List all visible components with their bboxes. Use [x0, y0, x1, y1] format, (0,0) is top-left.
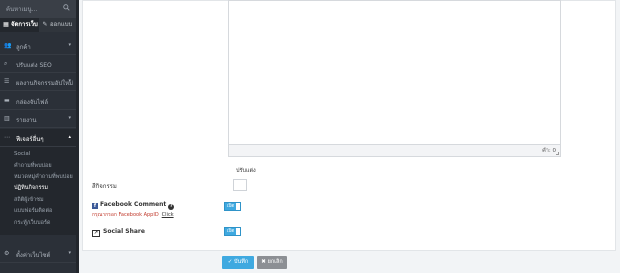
sidebar-item-label: ผลงานกิจกรรมอัปใหม่: [16, 80, 74, 87]
sidebar-submenu: Social คำถามที่พบบ่อย หมวดหมู่คำถามที่พบ…: [0, 147, 76, 235]
chevron-down-icon: ▾: [68, 115, 71, 121]
gear-icon: ⚙: [4, 250, 10, 257]
submenu-item-social[interactable]: Social: [14, 151, 30, 157]
facebook-appid-note: กรุณากรอก Facebook AppID Click: [92, 211, 174, 219]
submenu-item-webboard[interactable]: กระทู้/เว็บบอร์ด: [14, 219, 51, 227]
submenu-item-calendar[interactable]: ปฏิทินกิจกรรม: [14, 184, 48, 192]
color-picker-box[interactable]: [233, 179, 247, 191]
social-share-row: ↗ Social Share: [92, 228, 145, 237]
tab-manage-site[interactable]: ▦ จัดการเว็บ: [0, 18, 39, 32]
submenu-item-faq[interactable]: คำถามที่พบบ่อย: [14, 162, 52, 170]
toggle-knob: [236, 228, 240, 235]
toggle-knob: [236, 203, 240, 210]
facebook-note-text: กรุณากรอก Facebook AppID: [92, 212, 159, 218]
search-icon: ⌕: [4, 60, 8, 67]
facebook-appid-link[interactable]: Click: [162, 212, 174, 218]
resize-handle-icon[interactable]: [556, 152, 559, 155]
sidebar-item-label: ปรับแต่ง SEO: [16, 62, 52, 69]
submenu-item-stats[interactable]: สถิติผู้เข้าชม: [14, 196, 44, 204]
tab-label: ออกแบบ: [50, 21, 73, 28]
facebook-comment-toggle[interactable]: เปิด: [224, 202, 241, 211]
toggle-label: เปิด: [227, 229, 235, 234]
tab-label: จัดการเว็บ: [11, 21, 38, 28]
chevron-down-icon: ▾: [68, 250, 71, 256]
chevron-down-icon: ▾: [68, 42, 71, 48]
sidebar-item-seo[interactable]: ⌕ ปรับแต่ง SEO: [0, 55, 76, 73]
cancel-button[interactable]: ✖ ยกเลิก: [257, 256, 287, 269]
grid-icon: ▦: [3, 21, 9, 28]
save-button[interactable]: ✓ บันทึก: [222, 256, 254, 269]
search-icon[interactable]: [63, 4, 70, 11]
word-count: คำ: 0: [542, 148, 556, 154]
sidebar-item-label: กล่องจับไฟล์: [16, 99, 49, 106]
dots-icon: ⋯: [4, 134, 10, 141]
sidebar-item-label: ลูกค้า: [16, 44, 31, 51]
users-icon: 👥: [4, 42, 12, 49]
activity-color-label: สีกิจกรรม: [92, 183, 117, 190]
submenu-item-contact-form[interactable]: แบบฟอร์มติดต่อ: [14, 207, 52, 215]
sidebar-item-features[interactable]: ⋯ ฟีเจอร์อื่นๆ ▴: [0, 129, 76, 147]
search-input[interactable]: ค้นหาเมนู...: [6, 4, 37, 14]
sidebar-tabs: ▦ จัดการเว็บ ✎ ออกแบบ: [0, 18, 76, 32]
show-label: ปรับแต่ง: [236, 168, 256, 174]
facebook-comment-label: Facebook Comment: [100, 201, 167, 208]
sidebar-item-reports[interactable]: ▥ รายงาน ▾: [0, 110, 76, 128]
chart-icon: ▥: [4, 115, 10, 122]
chevron-down-icon: ▾: [68, 78, 71, 84]
submenu-item-faq-category[interactable]: หมวดหมู่คำถามที่พบบ่อย: [14, 173, 73, 181]
sidebar-item-settings[interactable]: ⚙ ตั้งค่าเว็บไซต์ ▾: [0, 245, 76, 263]
sidebar-item-label: รายงาน: [16, 117, 37, 124]
folder-icon: ▬: [4, 97, 10, 104]
chevron-up-icon: ▴: [68, 134, 71, 140]
sidebar-item-file-box[interactable]: ▬ กล่องจับไฟล์: [0, 92, 76, 110]
sidebar-item-portfolio[interactable]: ☰ ผลงานกิจกรรมอัปใหม่ ▾: [0, 73, 76, 91]
sidebar-item-label: ฟีเจอร์อื่นๆ: [16, 136, 44, 143]
social-share-toggle[interactable]: เปิด: [224, 227, 241, 236]
share-icon: ↗: [92, 230, 100, 237]
editor-status-bar: คำ: 0: [229, 144, 560, 156]
toggle-label: เปิด: [227, 204, 235, 209]
facebook-icon: f: [92, 203, 98, 209]
tab-design[interactable]: ✎ ออกแบบ: [39, 18, 76, 32]
list-icon: ☰: [4, 78, 10, 85]
sidebar: ค้นหาเมนู... ▦ จัดการเว็บ ✎ ออกแบบ 👥 ลูกค้…: [0, 0, 79, 273]
brush-icon: ✎: [42, 21, 48, 28]
sidebar-item-label: ตั้งค่าเว็บไซต์: [16, 252, 51, 259]
sidebar-search[interactable]: ค้นหาเมนู...: [0, 0, 76, 18]
help-icon[interactable]: ?: [168, 204, 175, 210]
rich-text-editor[interactable]: คำ: 0: [228, 0, 561, 157]
facebook-comment-row: f Facebook Comment?: [92, 201, 175, 210]
social-share-label: Social Share: [103, 228, 145, 235]
sidebar-item-customers[interactable]: 👥 ลูกค้า ▾: [0, 37, 76, 55]
